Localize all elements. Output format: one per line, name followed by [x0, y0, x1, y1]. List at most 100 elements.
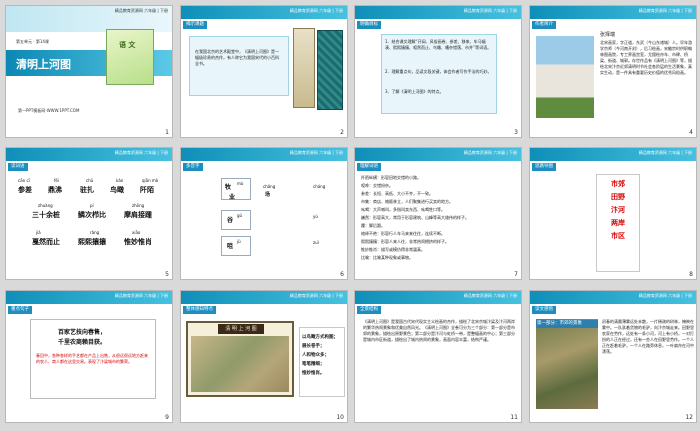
- slide-thumbnail-5[interactable]: 精品教育资源网 六年级 | 下册 读词语 cān cī fēi chū kǎn …: [5, 147, 173, 280]
- feature-item: 惟妙惟肖。: [302, 371, 325, 376]
- pinyin: gǔ: [237, 213, 243, 218]
- slide-header-text: 精品教育资源网 六年级 | 下册: [114, 293, 168, 298]
- pinyin: kǎn: [116, 178, 124, 183]
- slide-number: 9: [165, 414, 169, 421]
- pinyin: cān cī: [18, 178, 30, 183]
- slide-header-text: 精品教育资源网 六年级 | 下册: [463, 293, 517, 298]
- slide-thumbnail-9[interactable]: 精品教育资源网 六年级 | 下册 重点句子 百家艺技向春售， 千里农商赖目获。 …: [5, 290, 173, 423]
- slide-thumbnail-6[interactable]: 精品教育资源网 六年级 | 下册 多音字 牧 mù 业 chǎng 场 chán…: [180, 147, 348, 280]
- vocab-word: 鸟瞰: [110, 186, 124, 194]
- author-name: 张择端: [600, 32, 616, 38]
- slide-sorter-grid: 精品教育资源网 六年级 | 下册 第五单元 · 第14课 清明上河图 语 文 第…: [0, 0, 700, 431]
- book-cover-pattern-image: [317, 30, 343, 110]
- objective-2: 2．理解重点句，品读文段关键，体会作者写作手法的巧妙。: [385, 69, 492, 74]
- slide-header-band: 精品教育资源网 六年级 | 下册: [181, 291, 347, 304]
- mindmap-item: 两岸: [611, 219, 625, 227]
- slide-tag: 明确目标: [357, 21, 381, 29]
- slide-tag: 理解词语: [357, 163, 381, 171]
- slide-header-text: 精品教育资源网 六年级 | 下册: [289, 150, 343, 155]
- vocab-word: 鼎沸: [48, 186, 62, 194]
- slide-header-band: 精品教育资源网 六年级 | 下册: [6, 291, 172, 304]
- slide-1-header: 精品教育资源网 六年级 | 下册: [114, 8, 168, 13]
- feature-item: 以鸟瞰方式构图；: [302, 335, 338, 340]
- pinyin: jǔ: [237, 239, 241, 244]
- slide-header-band: 精品教育资源网 六年级 | 下册: [181, 6, 347, 19]
- slide-thumbnail-1[interactable]: 精品教育资源网 六年级 | 下册 第五单元 · 第14课 清明上河图 语 文 第…: [5, 5, 173, 138]
- quote-explanation: 春回中，各种各样的手艺都在产品上出售，从很远很远地方赶来的农人、商人都在这里交易…: [36, 353, 148, 364]
- slide-header-band: 精品教育资源网 六年级 | 下册: [6, 148, 172, 161]
- slide-thumbnail-2[interactable]: 精品教育资源网 六年级 | 下册 揭示课题 在我国北京的艺术殿堂中，《清明上河图…: [180, 5, 348, 138]
- pinyin: chū: [86, 178, 94, 183]
- slide-header-text: 精品教育资源网 六年级 | 下册: [638, 293, 692, 298]
- slide-1-subtitle: 第五单元 · 第14课: [16, 39, 49, 44]
- definition-line: 比喻：比喻某种现象或事物。: [361, 255, 413, 260]
- slide-tag: 读词语: [8, 163, 28, 171]
- slide-number: 6: [340, 271, 344, 278]
- pinyin: zhuàng: [38, 203, 53, 208]
- pinyin: mù: [237, 181, 244, 186]
- slide-header-band: 精品教育资源网 六年级 | 下册: [181, 148, 347, 161]
- pinyin: fēi: [54, 178, 59, 183]
- features-list: 以鸟瞰方式构图； 展长卷手； 人和物众多； 笔笔精细； 惟妙惟肖。: [302, 333, 338, 378]
- pinyin: cháng: [313, 184, 326, 189]
- vocab-word: 阡陌: [140, 186, 154, 194]
- pinyin: rǎng: [90, 230, 100, 235]
- polyphone-char: 场: [265, 192, 271, 198]
- slide-number: 3: [514, 129, 518, 136]
- vocab-word: 惟妙惟肖: [124, 238, 152, 246]
- mindmap-item: 汴河: [611, 206, 625, 214]
- polyphone-char: 谷: [227, 217, 234, 224]
- vocab-word: 参差: [18, 186, 32, 194]
- pinyin: chǎng: [263, 184, 276, 189]
- slide-header-text: 精品教育资源网 六年级 | 下册: [638, 8, 692, 13]
- slide-thumbnail-11[interactable]: 精品教育资源网 六年级 | 下册 全景结构 《清明上河图》是我国古代宋代现实主义…: [354, 290, 522, 423]
- definition-line: 巍然：形容高大，常用于形容建筑、山峰等高大雄伟的样子。: [361, 215, 469, 220]
- definition-line: 络绎不绝：形容行人车马来来往往，连续不断。: [361, 231, 445, 236]
- definition-line: 阡陌纵横：形容田地交错的小路。: [361, 175, 421, 180]
- slide-number: 11: [510, 414, 518, 421]
- vocab-word: 三十余桩: [32, 211, 60, 219]
- vocab-word: 驻扎: [80, 186, 94, 194]
- definition-line: 吆喝：大声喊叫，多指叫卖东西、吆喝牲口等。: [361, 207, 445, 212]
- slide-header-text: 精品教育资源网 六年级 | 下册: [638, 150, 692, 155]
- slide-number: 10: [336, 414, 344, 421]
- slide-header-band: 精品教育资源网 六年级 | 下册: [530, 148, 696, 161]
- vocab-word: 熙熙攘攘: [78, 238, 106, 246]
- slide-tag: 揭示课题: [183, 21, 207, 29]
- textbook-label: 语 文: [119, 41, 136, 49]
- definition-line: 踵：脚后跟。: [361, 223, 385, 228]
- vocab-word: 戛然而止: [32, 238, 60, 246]
- slide-tag: 重点句子: [8, 306, 32, 314]
- book-cover-image: [293, 28, 315, 108]
- pinyin: qiān mò: [142, 178, 159, 183]
- slide-header-text: 精品教育资源网 六年级 | 下册: [463, 150, 517, 155]
- polyphone-char: 业: [229, 194, 236, 201]
- slide-thumbnail-3[interactable]: 精品教育资源网 六年级 | 下册 明确目标 1．结合课文理解“开阔、风俗画卷、参…: [354, 5, 522, 138]
- painting-detail: [191, 336, 289, 392]
- slide-header-text: 精品教育资源网 六年级 | 下册: [289, 293, 343, 298]
- textbook-cover-image: 语 文: [106, 29, 154, 85]
- feature-item: 人和物众多；: [302, 353, 329, 358]
- definition-line: 喧哗：交错纷杂。: [361, 183, 393, 188]
- polyphone-box: [221, 210, 251, 230]
- pinyin: jiǎ: [36, 230, 41, 235]
- slide-thumbnail-7[interactable]: 精品教育资源网 六年级 | 下册 理解词语 阡陌纵横：形容田地交错的小路。 喧哗…: [354, 147, 522, 280]
- slide-header-band: 精品教育资源网 六年级 | 下册: [355, 6, 521, 19]
- slide-header-text: 精品教育资源网 六年级 | 下册: [289, 8, 343, 13]
- slide-tag: 作者简介: [532, 21, 556, 29]
- slide-tag: 读文感悟: [532, 306, 556, 314]
- mindmap-list: 市郊 田野 汴河 两岸 市区: [600, 178, 636, 243]
- vocab-word: 摩肩接踵: [124, 211, 152, 219]
- slide-thumbnail-4[interactable]: 精品教育资源网 六年级 | 下册 作者简介 张择端 北宋画家，字正道，东武（今山…: [529, 5, 697, 138]
- definition-line: 参差：长短、高低、大小不齐，不一致。: [361, 191, 433, 196]
- mindmap-item: 市郊: [611, 180, 625, 188]
- slide-header-band: 精品教育资源网 六年级 | 下册: [530, 6, 696, 19]
- reading-text: 初春的清晨薄雾远处未散，一片稀疏的树林，掩映在雾中。一队驮着货物的毛驴，向汴京城…: [602, 319, 694, 354]
- slide-thumbnail-8[interactable]: 精品教育资源网 六年级 | 下册 思路导图 市郊 田野 汴河 两岸 市区 8: [529, 147, 697, 280]
- slide-header-band: 精品教育资源网 六年级 | 下册: [355, 148, 521, 161]
- slide-thumbnail-10[interactable]: 精品教育资源网 六年级 | 下册 整体感知特点 清 明 上 河 图 以鸟瞰方式构…: [180, 290, 348, 423]
- definition-line: 市集：商店、摊贩林立，人们聚集进行买卖的地方。: [361, 199, 453, 204]
- slide-thumbnail-12[interactable]: 精品教育资源网 六年级 | 下册 读文感悟 第一部分：市郊的景象 初春的清晨薄雾…: [529, 290, 697, 423]
- slide-number: 12: [685, 414, 693, 421]
- slide-number: 8: [689, 271, 693, 278]
